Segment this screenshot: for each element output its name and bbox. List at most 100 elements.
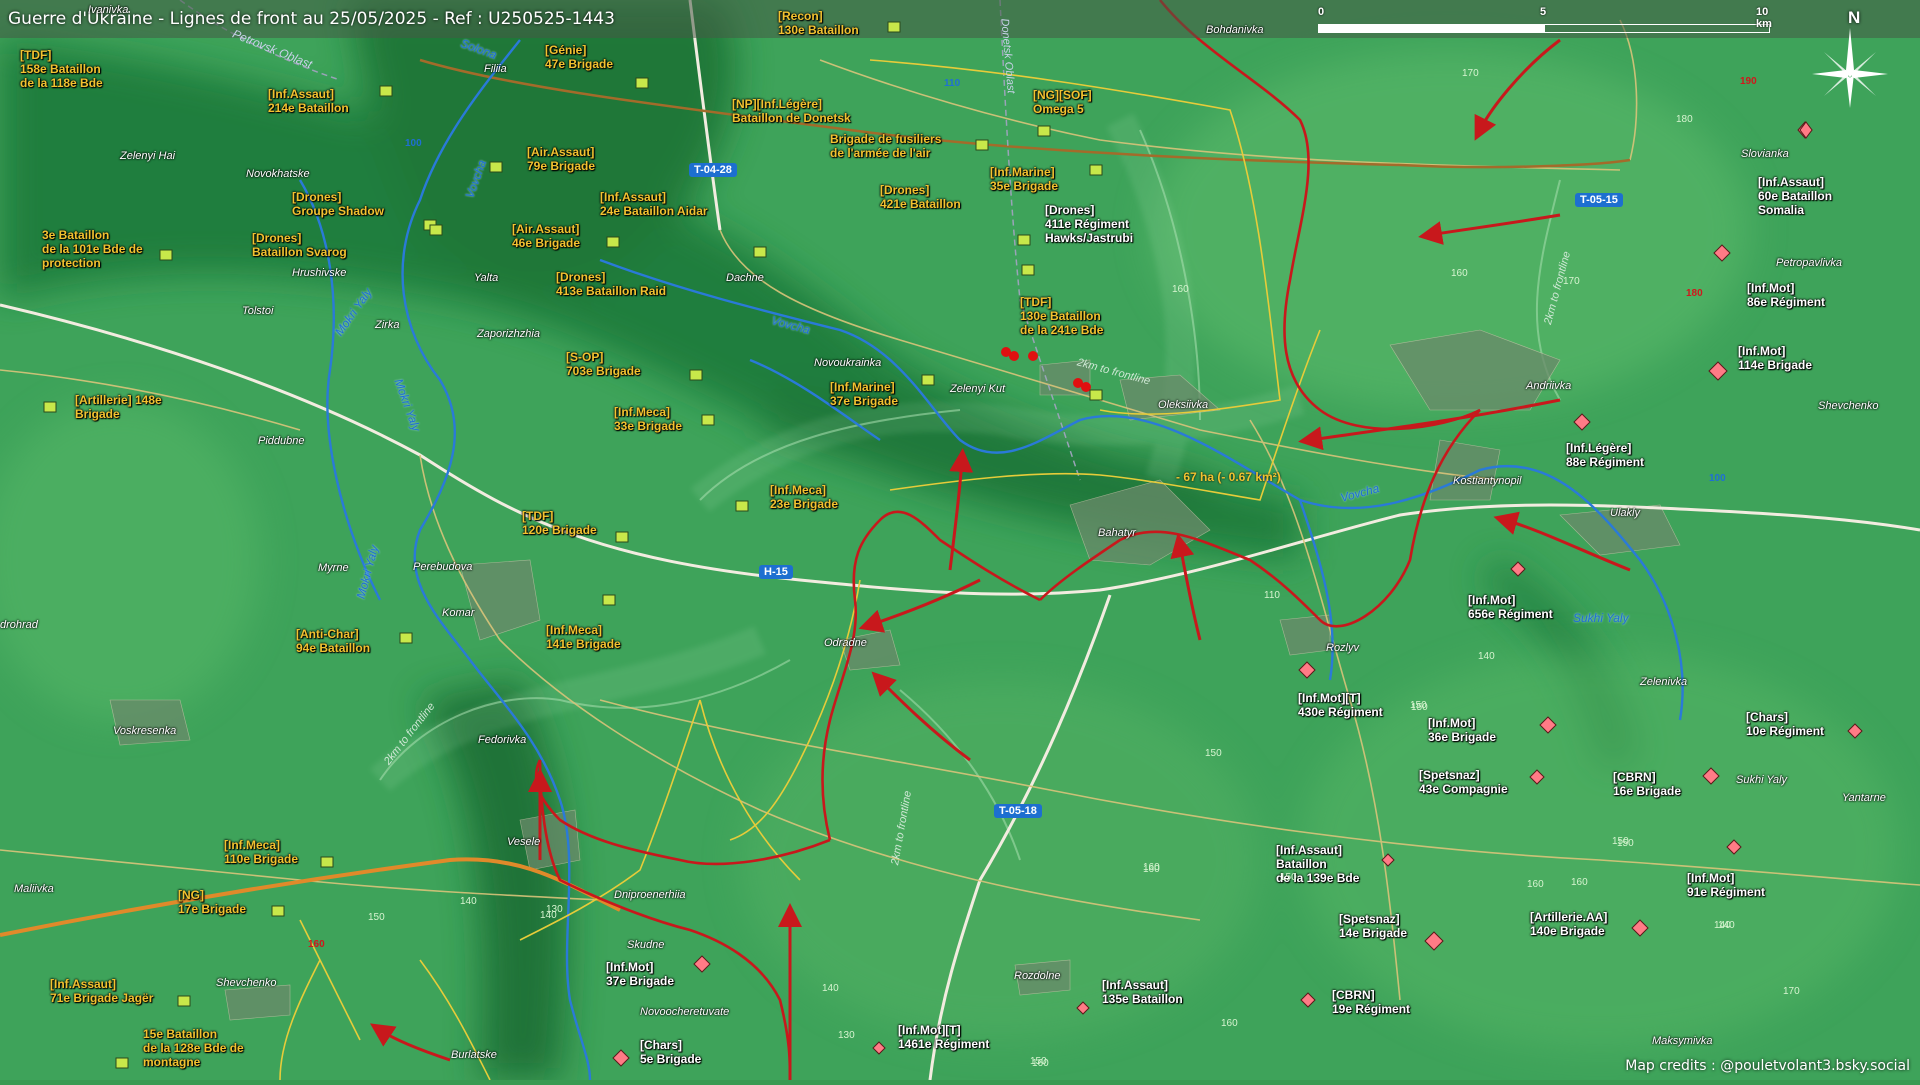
ua-unit-label[interactable]: [Inf.Meca] 141e Brigade	[546, 623, 621, 651]
ua-unit-label[interactable]: Brigade de fusiliers de l'armée de l'air	[830, 132, 941, 160]
route-number: 110	[944, 78, 961, 89]
elevation-label: 130	[838, 1030, 855, 1041]
ru-unit-label[interactable]: [Inf.Mot][T] 430e Régiment	[1298, 691, 1383, 719]
elevation-label: 140	[822, 983, 839, 994]
ua-unit-label[interactable]: [NP][Inf.Légère] Bataillon de Donetsk	[732, 97, 851, 125]
town-label: Piddubne	[258, 435, 305, 447]
town-label: Fedorivka	[478, 734, 527, 746]
ru-unit-label[interactable]: [Artillerie.AA] 140e Brigade	[1530, 910, 1607, 938]
town-label: Perebudova	[413, 561, 473, 573]
town-label: Burlatske	[451, 1049, 497, 1061]
ua-unit-label[interactable]: [Anti-Char] 94e Bataillon	[296, 627, 370, 655]
town-label: Maksymivka	[1652, 1035, 1713, 1047]
town-label: Kostiantynopil	[1453, 475, 1522, 487]
ua-unit-label[interactable]: [Drones] Groupe Shadow	[292, 190, 384, 218]
area-change-label: - 67 ha (- 0.67 km²)	[1176, 470, 1281, 484]
elevation-label: 160	[308, 939, 325, 950]
terrain-layer	[0, 0, 1920, 1081]
road-shield: T-04-28	[689, 163, 737, 177]
ua-unit-label[interactable]: 3e Bataillon de la 101e Bde de protectio…	[42, 228, 143, 270]
town-label: Voskresenka	[113, 725, 177, 737]
ru-unit-label[interactable]: [Inf.Assaut] 135e Bataillon	[1102, 978, 1183, 1006]
ru-unit-label[interactable]: [Inf.Mot] 37e Brigade	[606, 960, 674, 988]
town-label: Odradne	[824, 637, 867, 649]
elevation-label: 150	[1205, 748, 1222, 759]
ua-unit-label[interactable]: [Inf.Assaut] 71e Brigade Jagër	[50, 977, 153, 1005]
town-label: Ulakly	[1610, 507, 1640, 519]
route-number: 100	[405, 138, 422, 149]
elevation-label: 170	[1563, 276, 1580, 287]
elevation-label: 140	[460, 896, 477, 907]
town-label: Novokhatske	[246, 168, 310, 180]
ua-unit-label[interactable]: [Inf.Meca] 23e Brigade	[770, 483, 838, 511]
town-label: Bohdanivka	[1206, 24, 1264, 36]
elevation-label: 150	[1280, 872, 1297, 883]
ua-unit-label[interactable]: [Drones] 421e Bataillon	[880, 183, 961, 211]
ua-unit-label[interactable]: [NG] 17e Brigade	[178, 888, 246, 916]
ru-unit-label[interactable]: [Inf.Assaut] 60e Bataillon Somalia	[1758, 175, 1832, 217]
ua-unit-label[interactable]: [Inf.Marine] 35e Brigade	[990, 165, 1058, 193]
ua-unit-label[interactable]: [Air.Assaut] 46e Brigade	[512, 222, 580, 250]
elevation-label: 170	[1783, 986, 1800, 997]
ua-unit-label[interactable]: [Inf.Marine] 37e Brigade	[830, 380, 898, 408]
town-label: Dniproenerhiia	[614, 889, 686, 901]
ua-unit-label[interactable]: [Inf.Meca] 110e Brigade	[224, 838, 298, 866]
ru-unit-label[interactable]: [CBRN] 19e Régiment	[1332, 988, 1410, 1016]
route-number: 100	[1709, 473, 1726, 484]
ua-unit-label[interactable]: [Génie] 47e Brigade	[545, 43, 613, 71]
ru-unit-label[interactable]: [Drones] 411e Régiment Hawks/Jastrubi	[1045, 203, 1133, 245]
ru-unit-label[interactable]: [Inf.Mot] 36e Brigade	[1428, 716, 1496, 744]
elevation-label: 160	[1527, 879, 1544, 890]
ua-unit-label[interactable]: [NG][SOF] Omega 5	[1033, 88, 1092, 116]
ua-unit-label[interactable]: [Drones] 413e Bataillon Raid	[556, 270, 666, 298]
ru-unit-label[interactable]: [Spetsnaz] 14e Brigade	[1339, 912, 1407, 940]
scale-label-0: 0	[1318, 6, 1325, 18]
town-label: Bahatyr	[1098, 527, 1136, 539]
ua-unit-label[interactable]: [TDF] 158e Bataillon de la 118e Bde	[20, 48, 103, 90]
town-label: Skudne	[627, 939, 665, 951]
elevation-label: 160	[1032, 1058, 1049, 1069]
ru-unit-label[interactable]: [Inf.Mot] 91e Régiment	[1687, 871, 1765, 899]
town-label: Slovianka	[1741, 148, 1789, 160]
river-label: Sukhi Yaly	[1573, 611, 1629, 625]
scale-label-5: 5	[1540, 6, 1547, 18]
town-label: Yalta	[474, 272, 499, 284]
ua-unit-label[interactable]: [TDF] 130e Bataillon de la 241e Bde	[1020, 295, 1103, 337]
ru-unit-label[interactable]: [Inf.Mot][T] 1461e Régiment	[898, 1023, 989, 1051]
ru-unit-label[interactable]: [Inf.Mot] 86e Régiment	[1747, 281, 1825, 309]
ua-unit-label[interactable]: [Drones] Bataillon Svarog	[252, 231, 347, 259]
elevation-label: 160	[1221, 1018, 1238, 1029]
ua-unit-label[interactable]: 15e Bataillon de la 128e Bde de montagne	[143, 1027, 244, 1069]
town-label: Novoukrainka	[814, 357, 882, 369]
ru-unit-label[interactable]: [Chars] 5e Brigade	[640, 1038, 701, 1066]
town-label: Yantarne	[1842, 792, 1886, 804]
town-label: Maliivka	[14, 883, 54, 895]
ua-unit-label[interactable]: [S-OP] 703e Brigade	[566, 350, 641, 378]
ru-unit-label[interactable]: [Inf.Mot] 656e Régiment	[1468, 593, 1553, 621]
town-label: Hrushivske	[292, 267, 347, 279]
ru-unit-label[interactable]: [CBRN] 16e Brigade	[1613, 770, 1681, 798]
ru-unit-label[interactable]: [Inf.Légère] 88e Régiment	[1566, 441, 1644, 469]
ru-unit-label[interactable]: [Inf.Mot] 114e Brigade	[1738, 344, 1812, 372]
ua-unit-label[interactable]: [Inf.Assaut] 24e Bataillon Aidar	[600, 190, 708, 218]
scale-bar-fill	[1319, 25, 1545, 32]
ua-unit-label[interactable]: [Recon] 130e Bataillon	[778, 9, 859, 37]
ua-unit-label[interactable]: [Air.Assaut] 79e Brigade	[527, 145, 595, 173]
scale-label-10: 10 km	[1756, 6, 1772, 30]
road-shield: T-05-18	[994, 804, 1042, 818]
ru-unit-label[interactable]: [Chars] 10e Régiment	[1746, 710, 1824, 738]
ru-unit-label[interactable]: [Spetsnaz] 43e Compagnie	[1419, 768, 1508, 796]
elevation-label: 150	[1411, 702, 1428, 713]
ua-unit-label[interactable]: [Artillerie] 148e Brigade	[75, 393, 162, 421]
ua-unit-label[interactable]: [Inf.Assaut] 214e Bataillon	[268, 87, 349, 115]
town-label: Zirka	[375, 319, 400, 331]
elevation-label: 160	[1143, 864, 1160, 875]
elevation-label: 140	[1714, 920, 1731, 931]
town-label: Zelenyi Hai	[120, 150, 176, 162]
ua-unit-label[interactable]: [Inf.Meca] 33e Brigade	[614, 405, 682, 433]
town-label: Oleksiivka	[1158, 399, 1209, 411]
ua-unit-label[interactable]: [TDF] 120e Brigade	[522, 509, 597, 537]
town-label: Zelenivka	[1640, 676, 1688, 688]
elevation-label: 160	[1172, 284, 1189, 295]
map-canvas[interactable]: Guerre d'Ukraine - Lignes de front au 25…	[0, 0, 1920, 1081]
